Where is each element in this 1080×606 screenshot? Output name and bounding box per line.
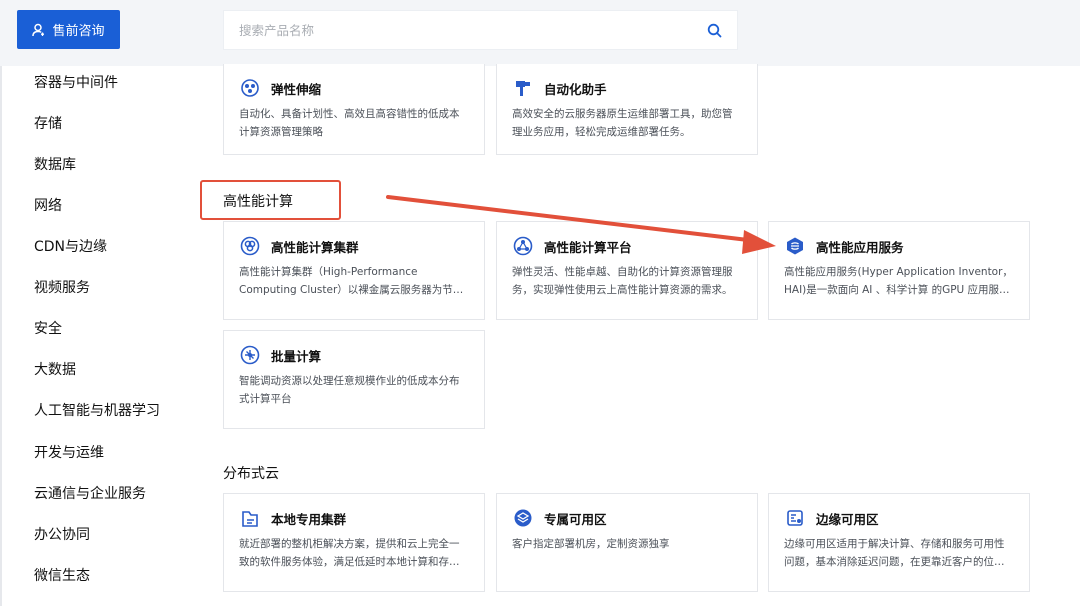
card-description: 高效安全的云服务器原生运维部署工具，助您管理业务应用，轻松完成运维部署任务。 (512, 108, 733, 138)
card-title: 高性能计算平台 (544, 239, 632, 255)
sidebar-item-cloud-comm[interactable]: 云通信与企业服务 (34, 483, 146, 503)
card-title: 专属可用区 (544, 511, 607, 527)
card-description: 客户指定部署机房，定制资源独享 (512, 538, 670, 550)
sidebar-item-video[interactable]: 视频服务 (34, 277, 90, 297)
elastic-scaling-icon (239, 77, 261, 99)
hpc-platform-icon (512, 235, 534, 257)
top-bar: 售前咨询 (0, 0, 1080, 66)
sidebar-item-containers-middleware[interactable]: 容器与中间件 (34, 72, 118, 92)
edge-zone-icon (784, 507, 806, 529)
section-title-hpc: 高性能计算 (223, 194, 293, 210)
card-description: 高性能计算集群（High-Performance Computing Clust… (239, 266, 453, 296)
hai-icon (784, 235, 806, 257)
card-description: 自动化、具备计划性、高效且高容错性的低成本计算资源管理策略 (239, 108, 460, 138)
product-card-batch-compute[interactable]: 批量计算 智能调动资源以处理任意规模作业的低成本分布式计算平台 (223, 330, 485, 429)
sidebar-item-office[interactable]: 办公协同 (34, 524, 90, 544)
card-title: 高性能计算集群 (271, 239, 359, 255)
product-card-edge-zone[interactable]: 边缘可用区 边缘可用区适用于解决计算、存储和服务可用性问题，基本消除延迟问题，在… (768, 493, 1030, 592)
hpc-cluster-icon (239, 235, 261, 257)
sidebar-item-cdn-edge[interactable]: CDN与边缘 (34, 236, 107, 256)
card-title: 自动化助手 (544, 81, 607, 97)
card-title: 本地专用集群 (271, 511, 347, 527)
presales-consult-button[interactable]: 售前咨询 (17, 10, 120, 49)
sidebar-item-security[interactable]: 安全 (34, 318, 62, 338)
card-description: 就近部署的整机柜解决方案，提供和云上完全一致的软件服务体验，满足低延时本地计算和… (239, 538, 460, 568)
search-box (223, 10, 738, 50)
card-description: 边缘可用区适用于解决计算、存储和服务可用性问题，基本消除延迟问题，在更靠近客户的… (784, 538, 1005, 568)
product-card-dedicated-zone[interactable]: 专属可用区 客户指定部署机房，定制资源独享 (496, 493, 758, 592)
card-title: 边缘可用区 (816, 511, 879, 527)
search-icon[interactable] (706, 22, 722, 38)
sidebar-item-database[interactable]: 数据库 (34, 154, 76, 174)
dedicated-zone-icon (512, 507, 534, 529)
sidebar-item-big-data[interactable]: 大数据 (34, 359, 76, 379)
product-card-automation-assistant[interactable]: 自动化助手 高效安全的云服务器原生运维部署工具，助您管理业务应用，轻松完成运维部… (496, 64, 758, 155)
card-title: 批量计算 (271, 348, 322, 364)
sidebar-item-wechat[interactable]: 微信生态 (34, 565, 90, 585)
product-card-hpc-platform[interactable]: 高性能计算平台 弹性灵活、性能卓越、自助化的计算资源管理服务，实现弹性使用云上高… (496, 221, 758, 320)
sidebar-item-ai-ml[interactable]: 人工智能与机器学习 (34, 400, 160, 420)
product-card-hpc-cluster[interactable]: 高性能计算集群 高性能计算集群（High-Performance Computi… (223, 221, 485, 320)
sidebar-item-storage[interactable]: 存储 (34, 113, 62, 133)
card-title: 弹性伸缩 (271, 81, 322, 97)
product-card-hai[interactable]: 高性能应用服务 高性能应用服务(Hyper Application Invent… (768, 221, 1030, 320)
category-sidebar: 容器与中间件 存储 数据库 网络 CDN与边缘 视频服务 安全 大数据 人工智能… (0, 66, 180, 606)
card-description: 高性能应用服务(Hyper Application Inventor，HAI)是… (784, 266, 1013, 296)
presales-consult-label: 售前咨询 (52, 23, 105, 38)
product-card-local-dedicated-cluster[interactable]: 本地专用集群 就近部署的整机柜解决方案，提供和云上完全一致的软件服务体验，满足低… (223, 493, 485, 592)
section-title-distributed-cloud: 分布式云 (223, 466, 279, 482)
automation-assistant-icon (512, 77, 534, 99)
batch-compute-icon (239, 344, 261, 366)
card-description: 弹性灵活、性能卓越、自助化的计算资源管理服务，实现弹性使用云上高性能计算资源的需… (512, 266, 733, 296)
product-card-elastic-scaling[interactable]: 弹性伸缩 自动化、具备计划性、高效且高容错性的低成本计算资源管理策略 (223, 64, 485, 155)
card-description: 智能调动资源以处理任意规模作业的低成本分布式计算平台 (239, 375, 460, 405)
search-input[interactable] (239, 22, 706, 38)
sidebar-item-network[interactable]: 网络 (34, 195, 62, 215)
card-title: 高性能应用服务 (816, 239, 904, 255)
local-dedicated-cluster-icon (239, 507, 261, 529)
user-icon (32, 23, 45, 36)
sidebar-item-devops[interactable]: 开发与运维 (34, 442, 104, 462)
